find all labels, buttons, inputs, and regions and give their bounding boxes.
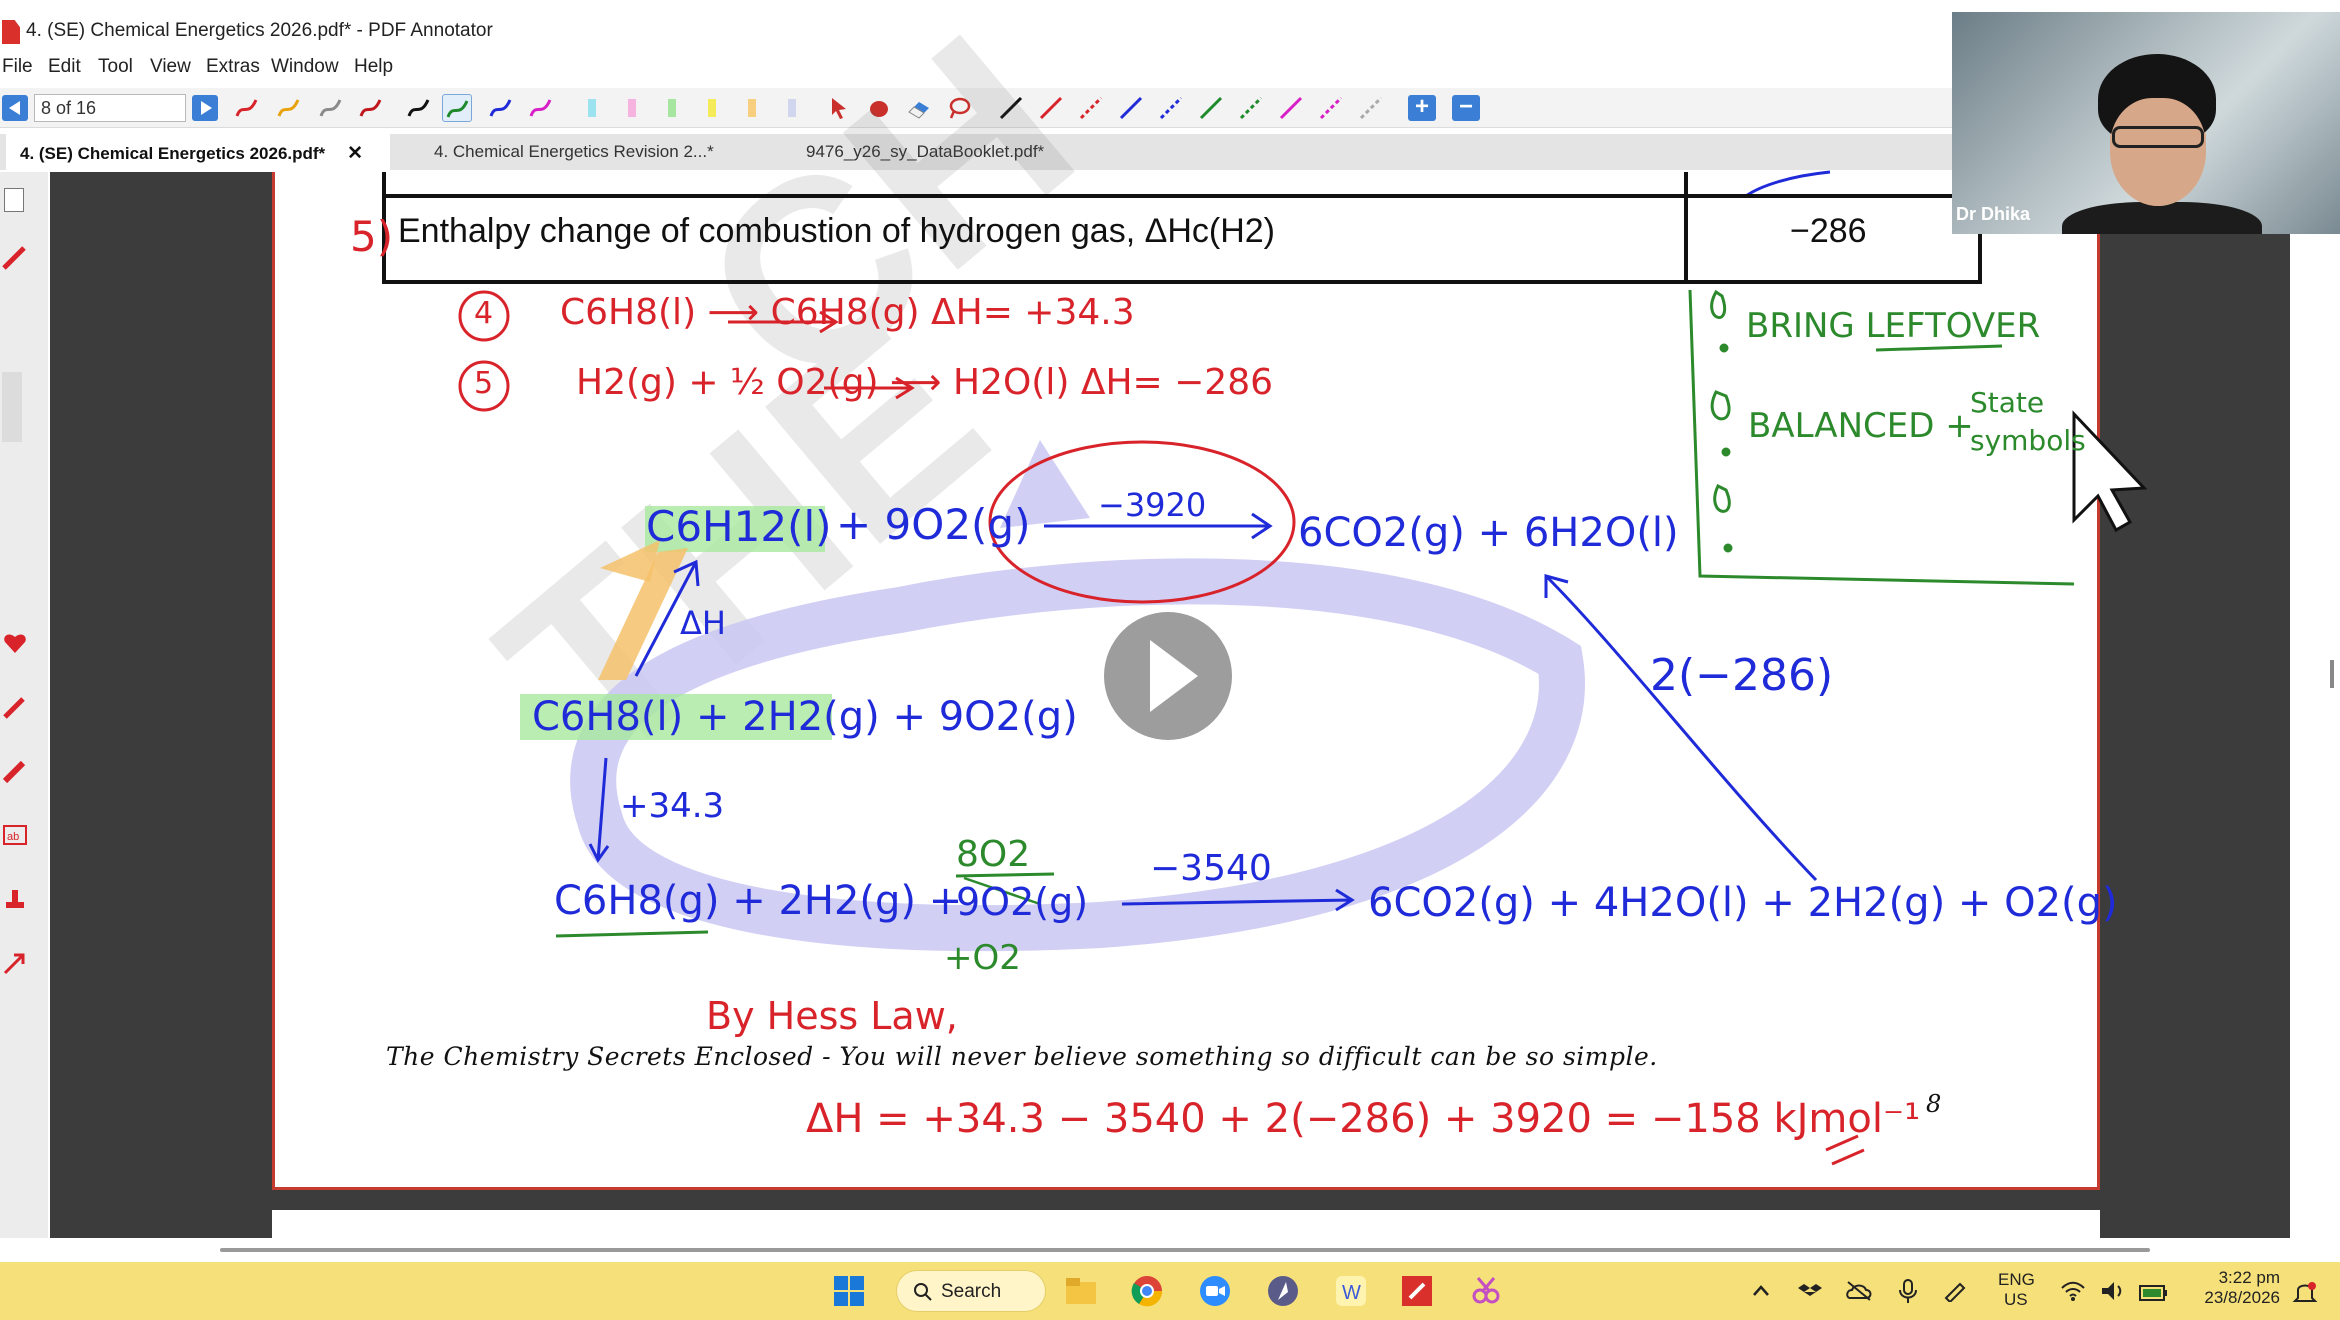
- table-divider: [1684, 172, 1688, 280]
- underline-bottom-left: [555, 930, 709, 938]
- top-oxygen: + 9O2(g): [836, 500, 1031, 549]
- tips-bullets: [1710, 289, 1733, 553]
- chevron-up-icon[interactable]: [1750, 1280, 1772, 1302]
- svg-text:W: W: [1342, 1282, 1361, 1304]
- snipping-tool-icon[interactable]: [1468, 1274, 1502, 1308]
- equation-5: H2(g) + ½ O2(g) ⟶ H2O(l) ΔH= −286: [576, 362, 1274, 403]
- presenter-glasses: [2112, 126, 2204, 148]
- plus-34-3: +34.3: [620, 786, 725, 826]
- webcam-overlay: Dr Dhika: [1952, 12, 2340, 234]
- table-row-label: Enthalpy change of combustion of hydroge…: [398, 212, 1275, 250]
- clock-date: 23/8/2026: [2204, 1288, 2280, 1307]
- zoom-icon[interactable]: [1198, 1274, 1232, 1308]
- top-right-products: 6CO2(g) + 6H2O(l): [1298, 510, 1679, 556]
- delta-h-label: ΔH: [680, 604, 726, 642]
- bottom-right-products: 6CO2(g) + 4H2O(l) + 2H2(g) + O2(g): [1368, 880, 2118, 926]
- notification-bell-icon[interactable]: [2292, 1280, 2318, 1304]
- bottom-arrow-value: −3540: [1150, 848, 1272, 889]
- table-line: [386, 194, 1978, 198]
- search-label: Search: [941, 1281, 1002, 1302]
- eq5-number: 5: [474, 366, 494, 401]
- windows-taskbar: Search W ENG US 3:22 pm 23/8/2026: [0, 1262, 2340, 1320]
- search-icon: [914, 1283, 932, 1301]
- top-left-species: C6H12(l): [646, 502, 832, 551]
- presenter-face-front: [2110, 98, 2206, 206]
- hess-cycle-arrow: [570, 558, 1585, 952]
- arrow-right: [1544, 574, 1818, 882]
- language-code: ENG: [1998, 1270, 2035, 1289]
- app-icon-w[interactable]: W: [1334, 1274, 1368, 1308]
- right-arrow-value: 2(−286): [1650, 650, 1834, 701]
- pen-input-icon[interactable]: [1942, 1278, 1966, 1302]
- dropbox-icon[interactable]: [1798, 1280, 1822, 1302]
- windows-start-icon[interactable]: [832, 1274, 866, 1308]
- eq4-number: 4: [474, 296, 494, 331]
- underline-leftover: [1875, 344, 2003, 352]
- app-icon-compass[interactable]: [1266, 1274, 1300, 1308]
- cloud-off-icon[interactable]: [1846, 1280, 1872, 1302]
- bottom-left-species: C6H8(g) + 2H2(g) +: [554, 878, 963, 924]
- presenter-shirt: [2062, 202, 2262, 234]
- fraction-top: 8O2: [956, 834, 1031, 875]
- clock-time: 3:22 pm: [2218, 1268, 2280, 1287]
- file-explorer-icon[interactable]: [1064, 1274, 1098, 1308]
- volume-icon[interactable]: [2100, 1280, 2126, 1302]
- language-indicator[interactable]: ENG US: [1998, 1270, 2035, 1310]
- keyboard-layout: US: [2004, 1290, 2028, 1309]
- table-row-value: −286: [1790, 212, 1867, 250]
- presenter-name: Dr Dhika: [1956, 204, 2031, 224]
- tip-balanced: BALANCED +: [1748, 406, 1974, 446]
- wifi-icon[interactable]: [2060, 1280, 2086, 1302]
- taskbar-search[interactable]: Search: [896, 1270, 1046, 1312]
- final-calculation: ΔH = +34.3 − 3540 + 2(−286) + 3920 = −15…: [806, 1096, 1921, 1142]
- pdf-annotator-taskbar-icon[interactable]: [1400, 1274, 1434, 1308]
- tip-symbols: symbols: [1970, 424, 2086, 457]
- top-arrow-value: −3920: [1098, 486, 1207, 524]
- middle-left-species: C6H8(l) + 2H2(g) + 9O2(g): [532, 694, 1078, 740]
- microphone-icon[interactable]: [1898, 1278, 1918, 1304]
- tip-leftover: BRING LEFTOVER: [1746, 306, 2041, 346]
- by-hess-law: By Hess Law,: [706, 994, 958, 1038]
- plus-o2: +O2: [944, 938, 1021, 978]
- equation-4: C6H8(l) ⟶ C6H8(g) ΔH= +34.3: [560, 292, 1135, 333]
- footer-tagline: The Chemistry Secrets Enclosed - You wil…: [386, 1042, 1658, 1071]
- chrome-icon[interactable]: [1130, 1274, 1164, 1308]
- clock[interactable]: 3:22 pm 23/8/2026: [2196, 1268, 2280, 1308]
- table-row-number: 5): [350, 212, 394, 261]
- fraction-bottom: 9O2(g): [956, 880, 1089, 924]
- page-number: 8: [1926, 1090, 1942, 1118]
- tip-state: State: [1970, 386, 2045, 419]
- battery-icon[interactable]: [2138, 1280, 2168, 1302]
